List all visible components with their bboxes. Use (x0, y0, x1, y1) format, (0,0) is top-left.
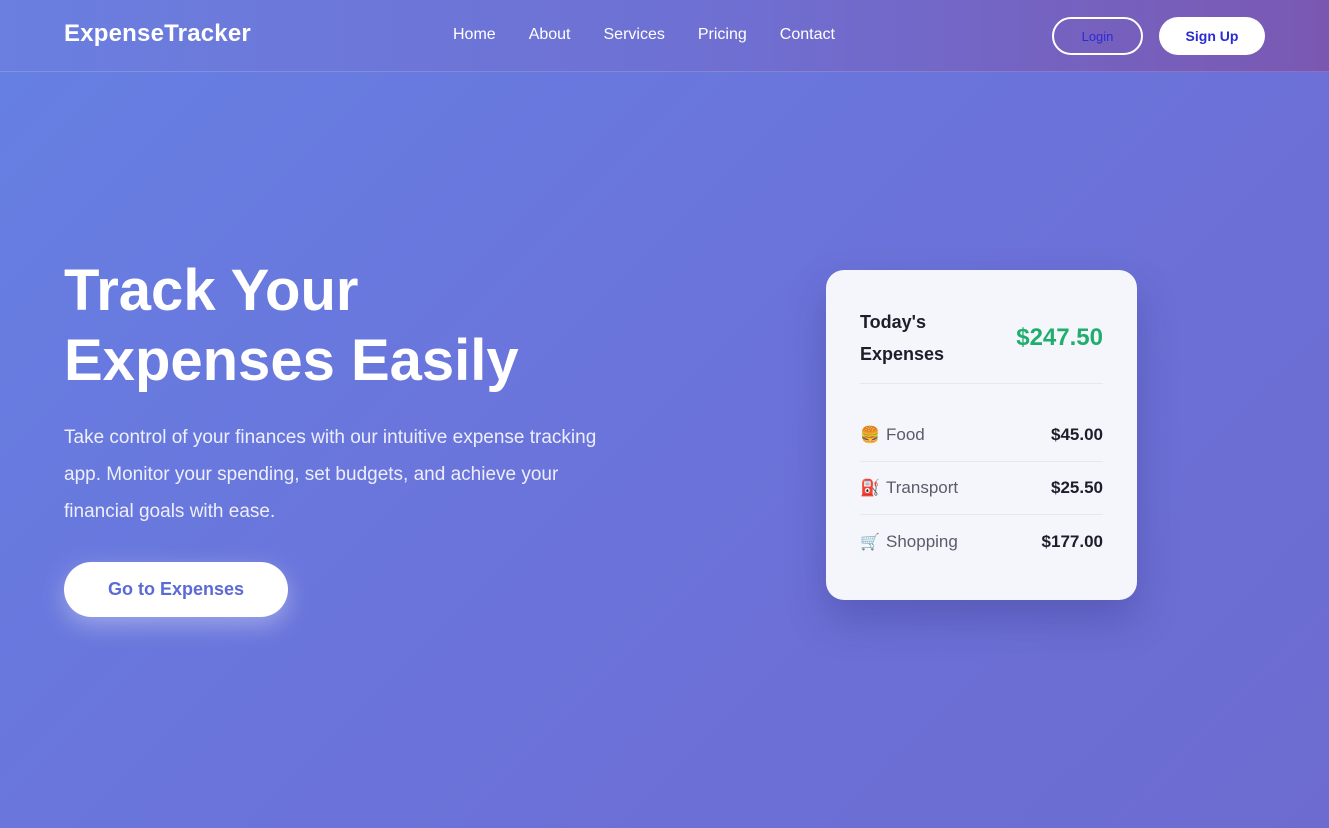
expense-label: Transport (886, 478, 959, 497)
hero-subtitle: Take control of your finances with our i… (64, 427, 597, 522)
hero-title: Track Your Expenses Easily (64, 256, 664, 396)
card-header: Today's Expenses $247.50 (860, 306, 1103, 370)
nav-link-home[interactable]: Home (453, 26, 496, 44)
expense-amount: $45.00 (1051, 425, 1103, 444)
nav-links: Home About Services Pricing Contact (453, 26, 868, 44)
expense-label: Food (886, 425, 925, 444)
fuel-pump-icon: ⛽ (860, 480, 880, 497)
expense-amount: $25.50 (1051, 478, 1103, 497)
expenses-summary-card: Today's Expenses $247.50 🍔 Food $45.00 ⛽… (826, 270, 1137, 600)
nav-link-about[interactable]: About (529, 26, 571, 44)
login-button[interactable]: Login (1052, 17, 1143, 55)
total-amount: $247.50 (1016, 324, 1103, 351)
navbar: ExpenseTracker Home About Services Prici… (0, 0, 1329, 72)
hero-title-line-1: Track Your (64, 258, 359, 323)
nav-link-contact[interactable]: Contact (780, 26, 835, 44)
expense-row-transport: ⛽ Transport $25.50 (860, 462, 1103, 515)
expense-amount: $177.00 (1041, 531, 1103, 551)
expense-label: Shopping (886, 531, 958, 551)
nav-link-services[interactable]: Services (604, 26, 665, 44)
expense-row-shopping: 🛒 Shopping $177.00 (860, 515, 1103, 568)
expense-row-food: 🍔 Food $45.00 (860, 409, 1103, 462)
card-divider (860, 383, 1103, 384)
nav-link-pricing[interactable]: Pricing (698, 26, 747, 44)
shopping-cart-icon: 🛒 (860, 533, 880, 551)
burger-icon: 🍔 (860, 427, 880, 444)
signup-button[interactable]: Sign Up (1159, 17, 1265, 55)
card-title: Today's Expenses (860, 312, 945, 364)
brand-logo[interactable]: ExpenseTracker (64, 20, 251, 48)
go-to-expenses-button[interactable]: Go to Expenses (64, 562, 288, 617)
hero-title-line-2: Expenses Easily (64, 328, 519, 393)
